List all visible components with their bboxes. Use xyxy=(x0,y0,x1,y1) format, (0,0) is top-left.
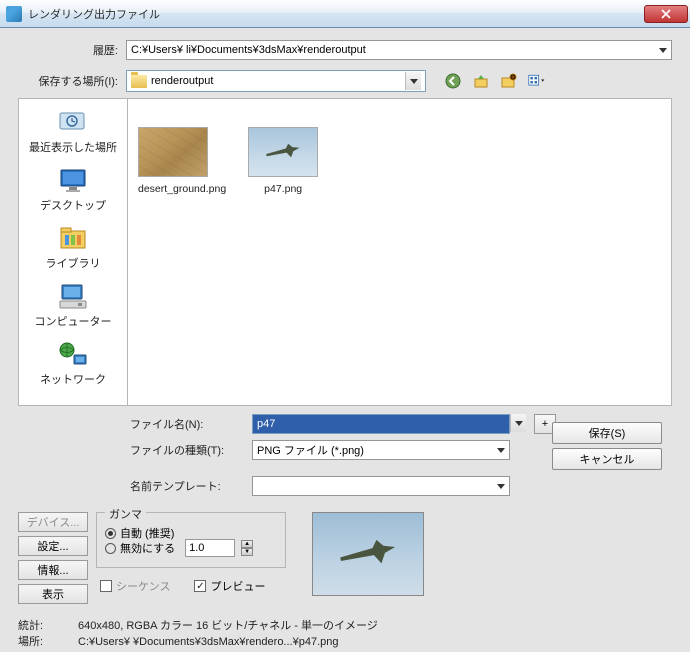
gamma-auto-label: 自動 (推奨) xyxy=(120,525,174,541)
spinner-buttons[interactable]: ▲▼ xyxy=(241,540,253,556)
filename-input[interactable] xyxy=(252,414,510,434)
place-recent[interactable]: 最近表示した場所 xyxy=(19,103,127,159)
chevron-down-icon xyxy=(497,448,505,453)
stats-area: 統計: 640x480, RGBA カラー 16 ビット/チャネル - 単一のイ… xyxy=(18,618,672,650)
chevron-down-icon xyxy=(515,421,523,426)
file-item[interactable]: desert_ground.png xyxy=(138,127,226,195)
recent-icon xyxy=(56,107,90,137)
library-icon xyxy=(56,223,90,253)
history-value: C:¥Users¥ li¥Documents¥3dsMax¥renderoutp… xyxy=(131,44,366,56)
filetype-dropdown[interactable]: PNG ファイル (*.png) xyxy=(252,440,510,460)
place-recent-label: 最近表示した場所 xyxy=(19,139,127,155)
places-bar: 最近表示した場所 デスクトップ ライブラリ コンピューター ネットワーク xyxy=(18,98,128,406)
savein-row: 保存する場所(I): renderoutput xyxy=(18,70,672,92)
gamma-disable-label: 無効にする xyxy=(120,540,175,556)
sequence-checkbox[interactable] xyxy=(100,580,112,592)
new-folder-button[interactable] xyxy=(500,72,518,90)
device-button[interactable]: デバイス... xyxy=(18,512,88,532)
file-thumbnail xyxy=(138,127,208,177)
place-desktop[interactable]: デスクトップ xyxy=(19,161,127,217)
settings-button[interactable]: 設定... xyxy=(18,536,88,556)
chevron-down-icon xyxy=(659,48,667,53)
savein-value: renderoutput xyxy=(151,75,213,87)
place-desktop-label: デスクトップ xyxy=(19,197,127,213)
gamma-group: ガンマ 自動 (推奨) 無効にする 1.0 ▲▼ xyxy=(96,512,286,568)
savein-label: 保存する場所(I): xyxy=(18,73,126,89)
place-computer[interactable]: コンピューター xyxy=(19,277,127,333)
preview-checkbox-wrap[interactable]: プレビュー xyxy=(194,578,265,594)
titlebar: レンダリング出力ファイル xyxy=(0,0,690,28)
history-label: 履歴: xyxy=(18,42,126,58)
place-network-label: ネットワーク xyxy=(19,371,127,387)
gamma-value: 1.0 xyxy=(189,542,204,554)
preview-checkbox[interactable] xyxy=(194,580,206,592)
preview-image xyxy=(312,512,424,596)
sequence-label: シーケンス xyxy=(116,578,170,594)
bottom-area: デバイス... 設定... 情報... 表示 ガンマ 自動 (推奨) 無効にする… xyxy=(18,512,672,604)
filename-label: ファイル名(N): xyxy=(130,416,252,432)
folder-toolbar xyxy=(444,72,546,90)
file-thumbnail xyxy=(248,127,318,177)
place-network[interactable]: ネットワーク xyxy=(19,335,127,391)
radio-auto[interactable] xyxy=(105,528,116,539)
info-button[interactable]: 情報... xyxy=(18,560,88,580)
template-label: 名前テンプレート: xyxy=(130,478,252,494)
computer-icon xyxy=(56,281,90,311)
location-label: 場所: xyxy=(18,634,78,650)
gamma-title: ガンマ xyxy=(105,506,146,522)
file-name: p47.png xyxy=(248,183,318,195)
stats-value: 640x480, RGBA カラー 16 ビット/チャネル - 単一のイメージ xyxy=(78,618,378,634)
template-dropdown[interactable] xyxy=(252,476,510,496)
up-button[interactable] xyxy=(472,72,490,90)
cancel-button[interactable]: キャンセル xyxy=(552,448,662,470)
view-button[interactable]: 表示 xyxy=(18,584,88,604)
checkbox-row: シーケンス プレビュー xyxy=(100,578,286,594)
gamma-disable-row[interactable]: 無効にする 1.0 ▲▼ xyxy=(105,539,277,557)
dialog-buttons: 保存(S) キャンセル xyxy=(552,422,662,470)
filetype-label: ファイルの種類(T): xyxy=(130,442,252,458)
filename-dropdown-button[interactable] xyxy=(510,414,526,432)
stats-label: 統計: xyxy=(18,618,78,634)
app-icon xyxy=(6,6,22,22)
desktop-icon xyxy=(56,165,90,195)
view-menu-button[interactable] xyxy=(528,72,546,90)
preview-label: プレビュー xyxy=(210,578,265,594)
chevron-down-icon xyxy=(410,79,418,84)
history-row: 履歴: C:¥Users¥ li¥Documents¥3dsMax¥render… xyxy=(18,40,672,60)
radio-disable[interactable] xyxy=(105,543,116,554)
place-computer-label: コンピューター xyxy=(19,313,127,329)
window-title: レンダリング出力ファイル xyxy=(28,6,644,22)
savein-dropdown[interactable]: renderoutput xyxy=(126,70,426,92)
main-area: 最近表示した場所 デスクトップ ライブラリ コンピューター ネットワーク xyxy=(18,98,672,406)
dialog-body: 履歴: C:¥Users¥ li¥Documents¥3dsMax¥render… xyxy=(0,28,690,652)
left-buttons: デバイス... 設定... 情報... 表示 xyxy=(18,512,88,604)
back-button[interactable] xyxy=(444,72,462,90)
save-button[interactable]: 保存(S) xyxy=(552,422,662,444)
network-icon xyxy=(56,339,90,369)
filetype-value: PNG ファイル (*.png) xyxy=(257,442,364,458)
folder-icon xyxy=(131,75,147,88)
close-icon xyxy=(661,9,671,19)
file-list[interactable]: desert_ground.png p47.png xyxy=(128,98,672,406)
history-dropdown[interactable]: C:¥Users¥ li¥Documents¥3dsMax¥renderoutp… xyxy=(126,40,672,60)
place-library[interactable]: ライブラリ xyxy=(19,219,127,275)
place-library-label: ライブラリ xyxy=(19,255,127,271)
location-value: C:¥Users¥ ¥Documents¥3dsMax¥rendero...¥p… xyxy=(78,634,338,650)
gamma-spinner[interactable]: 1.0 xyxy=(185,539,235,557)
file-item[interactable]: p47.png xyxy=(248,127,318,195)
close-button[interactable] xyxy=(644,5,688,23)
chevron-down-icon xyxy=(497,484,505,489)
sequence-checkbox-wrap[interactable]: シーケンス xyxy=(100,578,170,594)
file-name: desert_ground.png xyxy=(138,183,226,195)
